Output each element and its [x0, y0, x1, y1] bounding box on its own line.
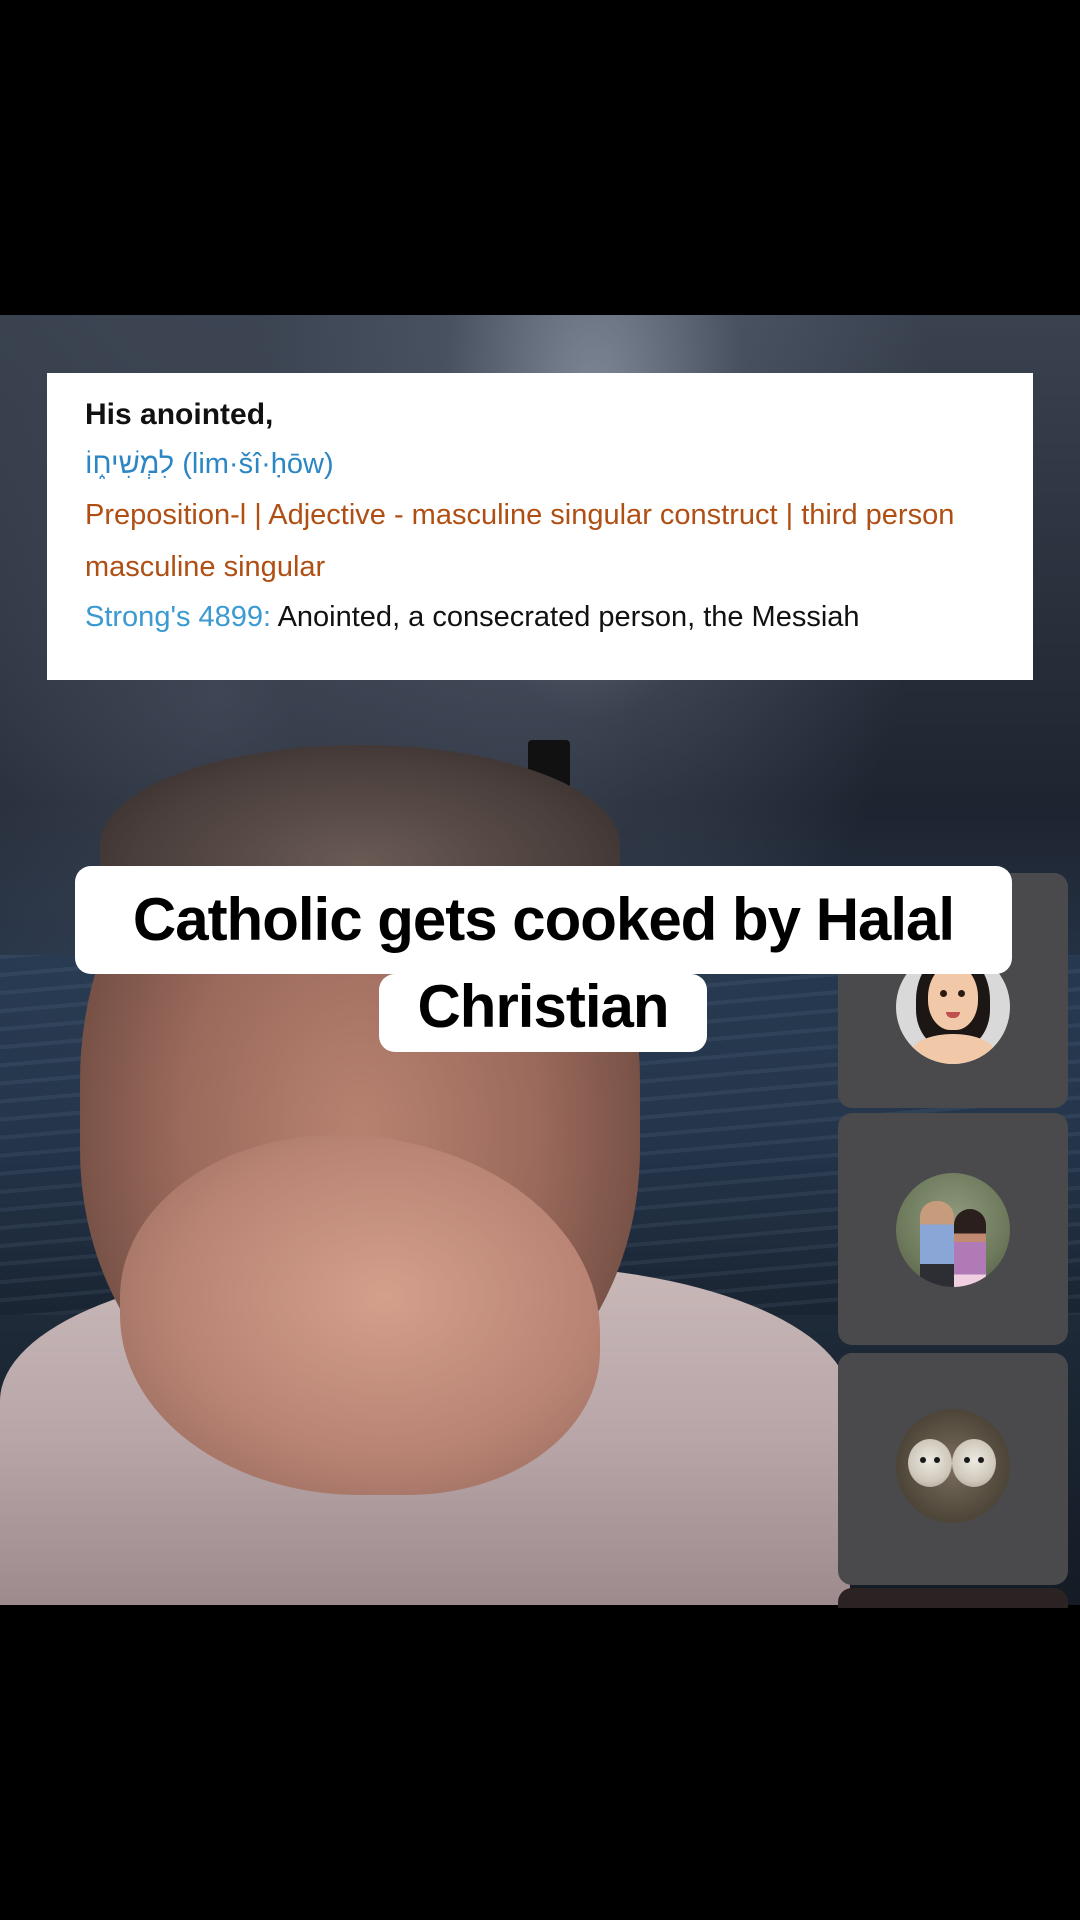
dog-eye — [978, 1457, 984, 1463]
dog-icon — [908, 1439, 952, 1487]
dog-icon — [952, 1439, 996, 1487]
dog-eye — [920, 1457, 926, 1463]
strongs-link[interactable]: Strong's 4899: — [85, 601, 271, 633]
definition-heading: His anointed, — [85, 398, 274, 431]
participant-tile[interactable] — [838, 1113, 1068, 1345]
dog-eye — [934, 1457, 940, 1463]
two-dogs-photo-avatar — [896, 1409, 1010, 1523]
dog-eye — [964, 1457, 970, 1463]
definition-card: His anointed, לִמְשִׁיח֑וֹ (lim·šî·ḥōw) … — [47, 373, 1033, 680]
participant-tile-partial[interactable] — [838, 1588, 1068, 1608]
participants-panel — [838, 873, 1068, 1608]
avatar-woman — [954, 1209, 986, 1287]
caption-line-1: Catholic gets cooked by Halal — [75, 866, 1012, 974]
participant-tile[interactable] — [838, 1353, 1068, 1585]
couple-photo-avatar — [896, 1173, 1010, 1287]
avatar-eye — [958, 990, 965, 997]
definition-hebrew: לִמְשִׁיח֑וֹ (lim·šî·ḥōw) — [85, 448, 334, 480]
avatar-man — [920, 1201, 954, 1287]
caption-line-2: Christian — [379, 974, 707, 1052]
avatar-eye — [940, 990, 947, 997]
strongs-definition: Anointed, a consecrated person, the Mess… — [277, 601, 860, 633]
definition-grammar: Preposition-l | Adjective - masculine si… — [85, 499, 955, 583]
definition-strongs: Strong's 4899: Anointed, a consecrated p… — [85, 593, 995, 641]
avatar-body — [910, 1034, 996, 1064]
video-screen: His anointed, לִמְשִׁיח֑וֹ (lim·šî·ḥōw) … — [0, 0, 1080, 1920]
